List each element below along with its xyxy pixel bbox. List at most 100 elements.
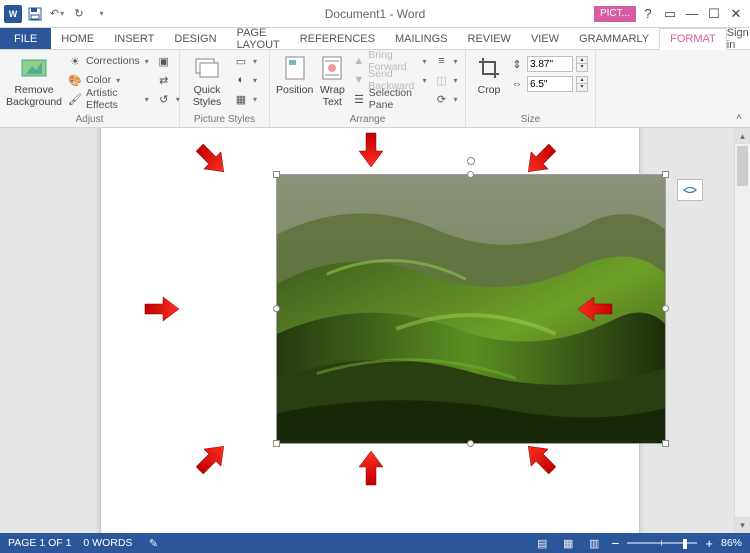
align-button[interactable]: ≡▾ <box>432 52 459 70</box>
position-label: Position <box>276 84 313 96</box>
quick-styles-button[interactable]: Quick Styles <box>186 52 228 108</box>
height-input[interactable] <box>527 56 573 72</box>
picture-tools-context-tab[interactable]: PICT... <box>594 6 636 22</box>
zoom-level[interactable]: 86% <box>721 537 742 549</box>
corrections-label: Corrections <box>86 55 140 67</box>
group-icon: ◫ <box>434 73 448 87</box>
selection-pane-button[interactable]: ☰Selection Pane <box>351 90 428 108</box>
word-count[interactable]: 0 WORDS <box>83 537 132 549</box>
picture-border-button[interactable]: ▭▾ <box>232 52 259 70</box>
reset-picture-button[interactable]: ↺▾ <box>155 90 182 108</box>
width-input[interactable] <box>527 76 573 92</box>
tab-format[interactable]: FORMAT <box>659 28 727 50</box>
close-button[interactable]: ✕ <box>726 4 746 24</box>
rotate-icon: ⟳ <box>434 92 448 106</box>
wrap-text-label: Wrap Text <box>317 84 347 108</box>
height-spinner[interactable]: ▴▾ <box>576 56 588 72</box>
remove-background-button[interactable]: Remove Background <box>6 52 62 108</box>
rotate-button[interactable]: ⟳▾ <box>432 90 459 108</box>
tab-grammarly[interactable]: GRAMMARLY <box>569 28 659 49</box>
help-button[interactable]: ? <box>638 4 658 24</box>
resize-handle-bottom-right[interactable] <box>662 440 669 447</box>
customize-qat-button[interactable]: ▾ <box>92 5 110 23</box>
corrections-button[interactable]: ☀Corrections▾ <box>66 52 151 70</box>
quick-styles-label: Quick Styles <box>186 84 228 108</box>
group-label-arrange: Arrange <box>276 114 459 127</box>
tab-home[interactable]: HOME <box>51 28 104 49</box>
tab-mailings[interactable]: MAILINGS <box>385 28 458 49</box>
group-picture-styles: Quick Styles ▭▾ ◐▾ ▦▾ Picture Styles <box>180 50 270 127</box>
undo-button[interactable]: ↶▾ <box>48 5 66 23</box>
minimize-button[interactable]: — <box>682 4 702 24</box>
group-label-picture-styles: Picture Styles <box>186 114 263 127</box>
web-layout-button[interactable]: ▥ <box>585 536 603 550</box>
maximize-button[interactable]: ☐ <box>704 4 724 24</box>
sign-in-link[interactable]: Sign in <box>727 27 750 51</box>
save-button[interactable] <box>26 5 44 23</box>
artistic-effects-icon: 🖌 <box>68 92 82 106</box>
position-icon <box>280 54 310 82</box>
tab-references[interactable]: REFERENCES <box>290 28 385 49</box>
tab-file[interactable]: FILE <box>0 28 51 49</box>
resize-handle-bottom-middle[interactable] <box>467 440 474 447</box>
vertical-scrollbar[interactable]: ▴ ▾ <box>734 128 750 533</box>
picture-layout-button[interactable]: ▦▾ <box>232 90 259 108</box>
scroll-down-button[interactable]: ▾ <box>735 517 750 533</box>
resize-handle-top-left[interactable] <box>273 171 280 178</box>
zoom-slider-thumb[interactable] <box>683 539 687 549</box>
artistic-effects-button[interactable]: 🖌Artistic Effects▾ <box>66 90 151 108</box>
change-picture-button[interactable]: ⇄ <box>155 71 182 89</box>
resize-handle-left-middle[interactable] <box>273 305 280 312</box>
ribbon-display-options-button[interactable]: ▭ <box>660 4 680 24</box>
group-button[interactable]: ◫▾ <box>432 71 459 89</box>
artistic-effects-label: Artistic Effects <box>86 87 140 111</box>
scroll-up-button[interactable]: ▴ <box>735 128 750 144</box>
print-layout-button[interactable]: ▦ <box>559 536 577 550</box>
selected-picture[interactable] <box>276 174 666 444</box>
rotate-handle[interactable] <box>467 157 475 165</box>
title-bar: W ↶▾ ↻ ▾ Document1 - Word PICT... ? ▭ — … <box>0 0 750 28</box>
redo-button[interactable]: ↻ <box>70 5 88 23</box>
align-icon: ≡ <box>434 54 448 68</box>
compress-pictures-button[interactable]: ▣ <box>155 52 182 70</box>
collapse-ribbon-button[interactable]: ˄ <box>736 112 742 123</box>
group-adjust: Remove Background ☀Corrections▾ 🎨Color▾ … <box>0 50 180 127</box>
resize-handle-top-middle[interactable] <box>467 171 474 178</box>
remove-background-icon <box>19 54 49 82</box>
picture-effects-button[interactable]: ◐▾ <box>232 71 259 89</box>
save-icon <box>28 7 42 21</box>
zoom-out-button[interactable]: − <box>611 535 619 551</box>
spellcheck-icon[interactable]: ✎ <box>144 536 162 550</box>
crop-label: Crop <box>478 84 501 96</box>
width-spinner[interactable]: ▴▾ <box>576 76 588 92</box>
wrap-text-button[interactable]: Wrap Text <box>317 52 347 108</box>
resize-handle-right-middle[interactable] <box>662 305 669 312</box>
height-icon: ⇕ <box>510 57 524 71</box>
position-button[interactable]: Position <box>276 52 313 96</box>
resize-handle-top-right[interactable] <box>662 171 669 178</box>
compress-icon: ▣ <box>157 54 171 68</box>
tab-page-layout[interactable]: PAGE LAYOUT <box>227 28 290 49</box>
zoom-in-button[interactable]: + <box>705 536 713 551</box>
annotation-arrow-icon <box>351 129 391 169</box>
tab-design[interactable]: DESIGN <box>164 28 226 49</box>
tab-view[interactable]: VIEW <box>521 28 569 49</box>
zoom-slider[interactable] <box>627 542 697 544</box>
read-mode-button[interactable]: ▤ <box>533 536 551 550</box>
group-size: Crop ⇕ ▴▾ ⇔ ▴▾ Size <box>466 50 596 127</box>
ribbon: Remove Background ☀Corrections▾ 🎨Color▾ … <box>0 50 750 128</box>
corrections-icon: ☀ <box>68 54 82 68</box>
tab-review[interactable]: REVIEW <box>458 28 521 49</box>
crop-button[interactable]: Crop <box>472 52 506 96</box>
resize-handle-bottom-left[interactable] <box>273 440 280 447</box>
page-status[interactable]: PAGE 1 OF 1 <box>8 537 71 549</box>
color-label: Color <box>86 74 111 86</box>
document-page[interactable] <box>100 128 640 533</box>
document-area: ▴ ▾ <box>0 128 750 533</box>
scroll-thumb[interactable] <box>737 146 748 186</box>
tab-insert[interactable]: INSERT <box>104 28 164 49</box>
annotation-arrow-icon <box>141 289 181 329</box>
group-label-size: Size <box>472 114 589 127</box>
layout-icon: ▦ <box>234 92 248 106</box>
layout-options-button[interactable] <box>677 179 703 201</box>
